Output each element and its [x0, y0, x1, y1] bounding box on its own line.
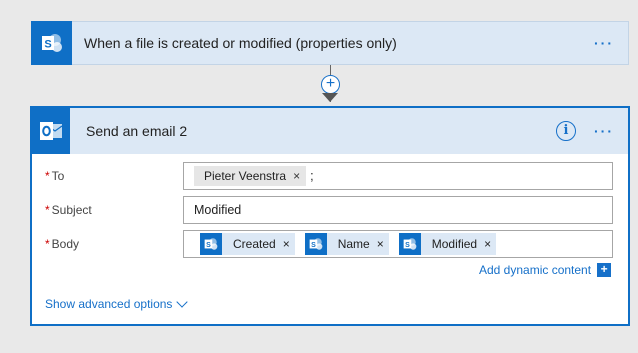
recipient-separator: ; [310, 169, 314, 183]
outlook-icon [32, 108, 70, 154]
body-label: * Body [45, 237, 79, 251]
remove-token-icon[interactable]: × [377, 237, 384, 251]
info-icon[interactable]: i [556, 121, 576, 141]
token-label: Modified [431, 237, 478, 251]
trigger-title: When a file is created or modified (prop… [84, 35, 397, 51]
sharepoint-icon: S [398, 233, 421, 255]
dynamic-token-name[interactable]: S Name × [304, 233, 389, 255]
required-marker: * [45, 203, 50, 217]
subject-label: * Subject [45, 203, 92, 217]
sharepoint-icon: S [304, 233, 327, 255]
dynamic-token-modified[interactable]: S Modified × [398, 233, 497, 255]
token-label: Created [233, 237, 276, 251]
recipient-name: Pieter Veenstra [204, 169, 287, 183]
svg-text:S: S [44, 38, 51, 50]
sharepoint-icon: S [31, 20, 72, 65]
action-title: Send an email 2 [86, 123, 188, 139]
body-field[interactable]: S Created × S Name × S Modified × [183, 230, 613, 258]
add-dynamic-content-label: Add dynamic content [479, 263, 592, 277]
show-advanced-options-link[interactable]: Show advanced options [45, 295, 189, 311]
to-field[interactable]: Pieter Veenstra × ; [183, 162, 613, 190]
svg-text:S: S [311, 242, 316, 249]
connector-arrow-icon [322, 93, 338, 102]
remove-token-icon[interactable]: × [283, 237, 290, 251]
chevron-down-icon [176, 295, 189, 308]
svg-text:S: S [405, 242, 410, 249]
show-advanced-options-label: Show advanced options [45, 297, 173, 311]
svg-text:S: S [206, 242, 211, 249]
dynamic-token-created[interactable]: S Created × [200, 233, 295, 255]
add-dynamic-content-link[interactable]: Add dynamic content + [479, 263, 612, 277]
remove-token-icon[interactable]: × [484, 237, 491, 251]
subject-field[interactable]: Modified [183, 196, 613, 224]
action-header[interactable]: Send an email 2 i ··· [32, 108, 628, 154]
trigger-card[interactable]: S When a file is created or modified (pr… [31, 20, 629, 65]
recipient-chip[interactable]: Pieter Veenstra × [194, 166, 307, 186]
subject-label-text: Subject [51, 203, 92, 217]
sharepoint-icon: S [200, 233, 222, 255]
required-marker: * [45, 169, 50, 183]
add-step-button[interactable]: + [321, 75, 340, 94]
action-more-options-icon[interactable]: ··· [594, 123, 628, 139]
to-label: * To [45, 169, 64, 183]
send-email-action-card: Send an email 2 i ··· * To Pieter Veenstr… [30, 106, 630, 326]
remove-recipient-icon[interactable]: × [293, 169, 300, 183]
body-label-text: Body [51, 237, 80, 251]
required-marker: * [45, 237, 50, 251]
trigger-more-options-icon[interactable]: ··· [594, 35, 628, 51]
to-label-text: To [51, 169, 65, 183]
add-dynamic-content-plus-icon[interactable]: + [597, 263, 612, 277]
token-label: Name [337, 237, 370, 251]
